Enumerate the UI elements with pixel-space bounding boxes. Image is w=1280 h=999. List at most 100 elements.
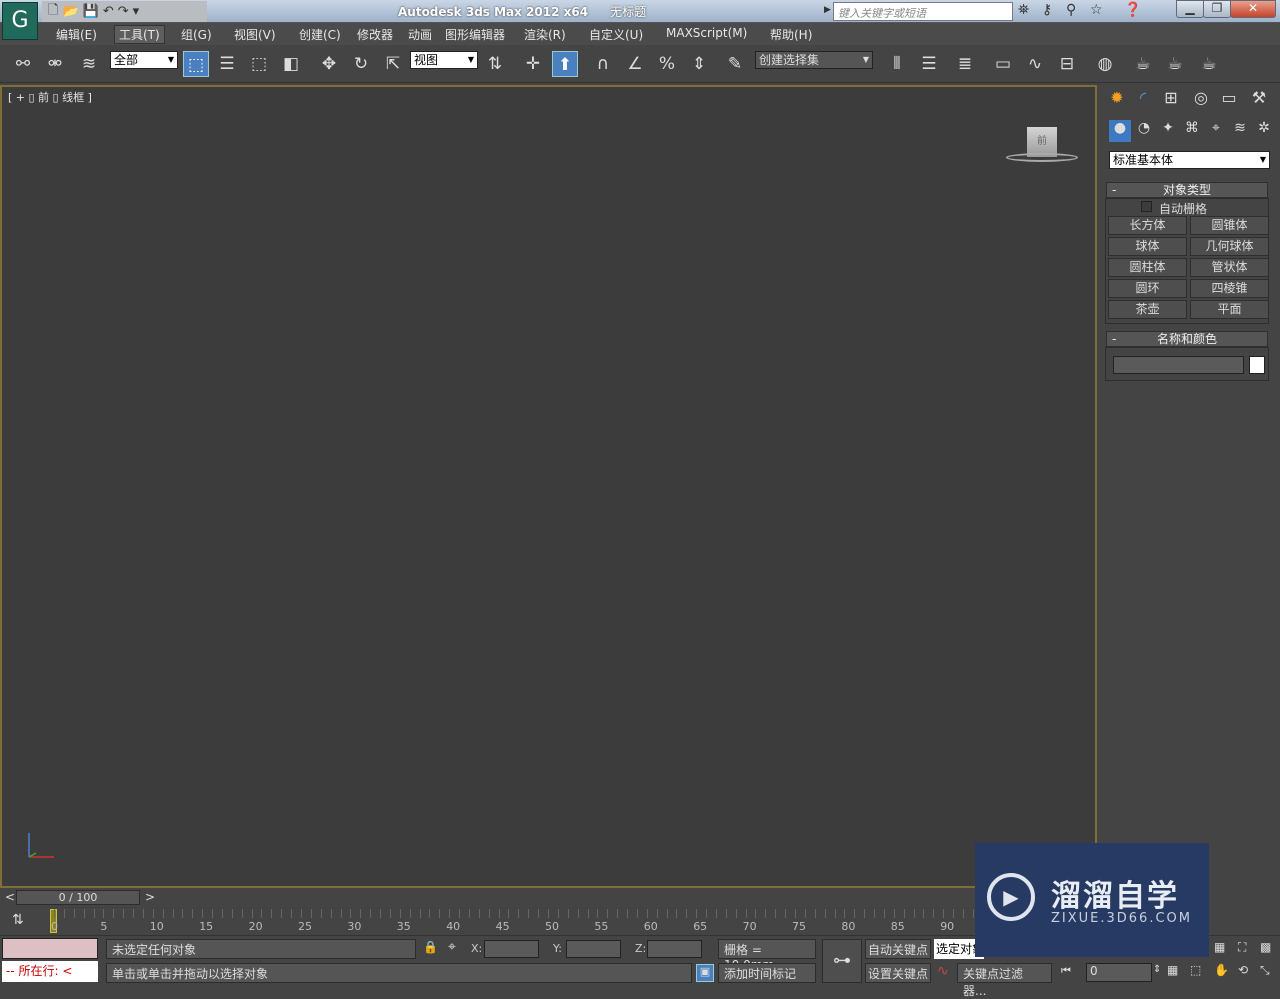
bind-space-warp-icon[interactable]: ≋ (76, 51, 102, 77)
create-object-button[interactable]: 圆锥体 (1190, 216, 1269, 235)
app-menu-button[interactable]: G (2, 2, 38, 40)
spinner-snap-icon[interactable]: ⇕ (686, 51, 712, 77)
save-icon[interactable]: 💾 (83, 4, 99, 19)
named-selection-set-dropdown[interactable]: 创建选择集 (755, 51, 873, 69)
display-tab-icon[interactable]: ▭ (1216, 88, 1242, 112)
hierarchy-tab-icon[interactable]: ⊞ (1158, 88, 1184, 112)
object-type-rollout-header[interactable]: - 对象类型 (1106, 182, 1268, 198)
keyboard-shortcut-override-icon[interactable]: ⬆ (552, 51, 578, 77)
current-frame-input[interactable]: 0 (1086, 963, 1152, 982)
modify-tab-icon[interactable]: ◜ (1130, 88, 1156, 112)
move-icon[interactable]: ✥ (316, 51, 342, 77)
menu-item[interactable]: 渲染(R) (520, 26, 570, 43)
object-color-swatch[interactable] (1249, 356, 1265, 374)
reference-coordinate-dropdown[interactable]: 视图 (410, 51, 478, 69)
script-line[interactable]: -- 所在行: < (2, 961, 98, 982)
helpers-icon[interactable]: ⌖ (1205, 120, 1227, 142)
select-by-name-icon[interactable]: ☰ (214, 51, 240, 77)
next-frame-button[interactable]: > (145, 890, 155, 904)
satellite-icon[interactable]: ⚲ (1066, 2, 1076, 18)
zoom-all-icon[interactable]: ▦ (1214, 940, 1225, 954)
create-object-button[interactable]: 圆柱体 (1108, 258, 1187, 277)
menu-item[interactable]: 组(G) (177, 26, 216, 43)
menu-item[interactable]: 自定义(U) (585, 26, 647, 43)
selection-filter-dropdown[interactable]: 全部 (110, 51, 178, 69)
create-object-button[interactable]: 管状体 (1190, 258, 1269, 277)
category-dropdown[interactable]: 标准基本体 (1109, 151, 1270, 169)
create-object-button[interactable]: 长方体 (1108, 216, 1187, 235)
x-coordinate-input[interactable] (484, 940, 539, 958)
menu-item[interactable]: 工具(T) (114, 25, 165, 44)
create-tab-icon[interactable]: ✹ (1104, 88, 1130, 112)
auto-key-button[interactable]: 自动关键点 (865, 939, 931, 959)
shapes-icon[interactable]: ◔ (1133, 120, 1155, 142)
scene-explorer-icon[interactable]: ▭ (990, 51, 1016, 77)
unlink-icon[interactable]: ⚮ (42, 51, 68, 77)
systems-icon[interactable]: ✲ (1253, 120, 1275, 142)
autogrid-checkbox[interactable] (1141, 201, 1152, 212)
create-object-button[interactable]: 圆环 (1108, 279, 1187, 298)
edit-named-sets-icon[interactable]: ✎ (722, 51, 748, 77)
pan-hand-icon[interactable]: ✋ (1214, 963, 1229, 977)
close-button[interactable]: ✕ (1230, 0, 1276, 18)
menu-item[interactable]: 图形编辑器 (441, 26, 509, 43)
schematic-view-icon[interactable]: ⊟ (1054, 51, 1080, 77)
set-key-button[interactable]: 设置关键点 (865, 963, 931, 983)
viewport-front[interactable]: [ + ▯ 前 ▯ 线框 ] 前 (0, 85, 1097, 888)
mirror-icon[interactable]: ⫴ (884, 51, 910, 77)
time-tag-icon[interactable]: ▣ (696, 964, 714, 982)
undo-icon[interactable]: ↶ (103, 4, 114, 19)
create-object-button[interactable]: 茶壶 (1108, 300, 1187, 319)
curve-editor-mini-icon[interactable]: ⇅ (12, 912, 24, 928)
create-object-button[interactable]: 四棱锥 (1190, 279, 1269, 298)
viewport-label[interactable]: [ + ▯ 前 ▯ 线框 ] (8, 89, 92, 105)
material-editor-icon[interactable]: ◍ (1092, 51, 1118, 77)
align-icon[interactable]: ☰ (916, 51, 942, 77)
customize-chevron-icon[interactable]: ▾ (133, 4, 140, 19)
scale-icon[interactable]: ⇱ (380, 51, 406, 77)
render-icon[interactable]: ☕ (1196, 51, 1222, 77)
time-config-icon[interactable]: ▦ (1167, 963, 1178, 977)
menu-item[interactable]: 创建(C) (295, 26, 345, 43)
prev-frame-button[interactable]: < (5, 890, 15, 904)
minimize-button[interactable]: ▁ (1176, 0, 1204, 18)
menu-item[interactable]: 修改器 (353, 26, 397, 43)
time-slider-thumb[interactable]: 0 / 100 (16, 890, 140, 905)
render-setup-icon[interactable]: ☕ (1130, 51, 1156, 77)
percent-snap-icon[interactable]: % (654, 51, 680, 77)
object-name-input[interactable] (1113, 356, 1244, 374)
menu-item[interactable]: 帮助(H) (766, 26, 816, 43)
window-crossing-icon[interactable]: ◧ (278, 51, 304, 77)
restore-button[interactable]: ❐ (1203, 0, 1231, 18)
redo-icon[interactable]: ↷ (118, 4, 129, 19)
space-warps-icon[interactable]: ≋ (1229, 120, 1251, 142)
frame-spinner-icon[interactable]: ⇕ (1153, 964, 1161, 975)
pivot-center-icon[interactable]: ⇅ (482, 51, 508, 77)
motion-tab-icon[interactable]: ◎ (1188, 88, 1214, 112)
angle-snap-icon[interactable]: ∠ (622, 51, 648, 77)
menu-item[interactable]: MAXScript(M) (662, 26, 751, 40)
help-icon[interactable]: ❓ (1124, 2, 1141, 18)
menu-item[interactable]: 视图(V) (230, 26, 280, 43)
snaps-toggle-icon[interactable]: ∩ (590, 51, 616, 77)
open-icon[interactable]: 📂 (62, 4, 78, 19)
create-object-button[interactable]: 平面 (1190, 300, 1269, 319)
key-icon[interactable]: ⚷ (1042, 2, 1052, 18)
menu-item[interactable]: 动画 (404, 26, 436, 43)
maxscript-listener-mini[interactable] (2, 938, 98, 959)
zoom-extents-all-icon[interactable]: ▩ (1260, 940, 1271, 954)
key-mode-curve-icon[interactable]: ∿ (937, 963, 949, 979)
star-icon[interactable]: ☆ (1090, 2, 1103, 18)
menu-item[interactable]: 编辑(E) (52, 26, 101, 43)
zoom-extents-icon[interactable]: ⛶ (1238, 940, 1246, 955)
maximize-viewport-icon[interactable]: ⤡ (1260, 963, 1270, 978)
orbit-icon[interactable]: ⟲ (1238, 963, 1248, 977)
rect-selection-icon[interactable]: ⬚ (246, 51, 272, 77)
search-input[interactable]: 键入关键字或短语 (833, 2, 1013, 21)
set-key-icon[interactable]: ⊶ (822, 939, 862, 983)
name-color-rollout-header[interactable]: - 名称和颜色 (1106, 331, 1268, 347)
select-manipulate-icon[interactable]: ✛ (520, 51, 546, 77)
binoculars-icon[interactable]: ⛯ (1018, 2, 1029, 18)
zoom-region-icon[interactable]: ⬚ (1190, 963, 1201, 977)
utilities-tab-icon[interactable]: ⚒ (1246, 88, 1272, 112)
